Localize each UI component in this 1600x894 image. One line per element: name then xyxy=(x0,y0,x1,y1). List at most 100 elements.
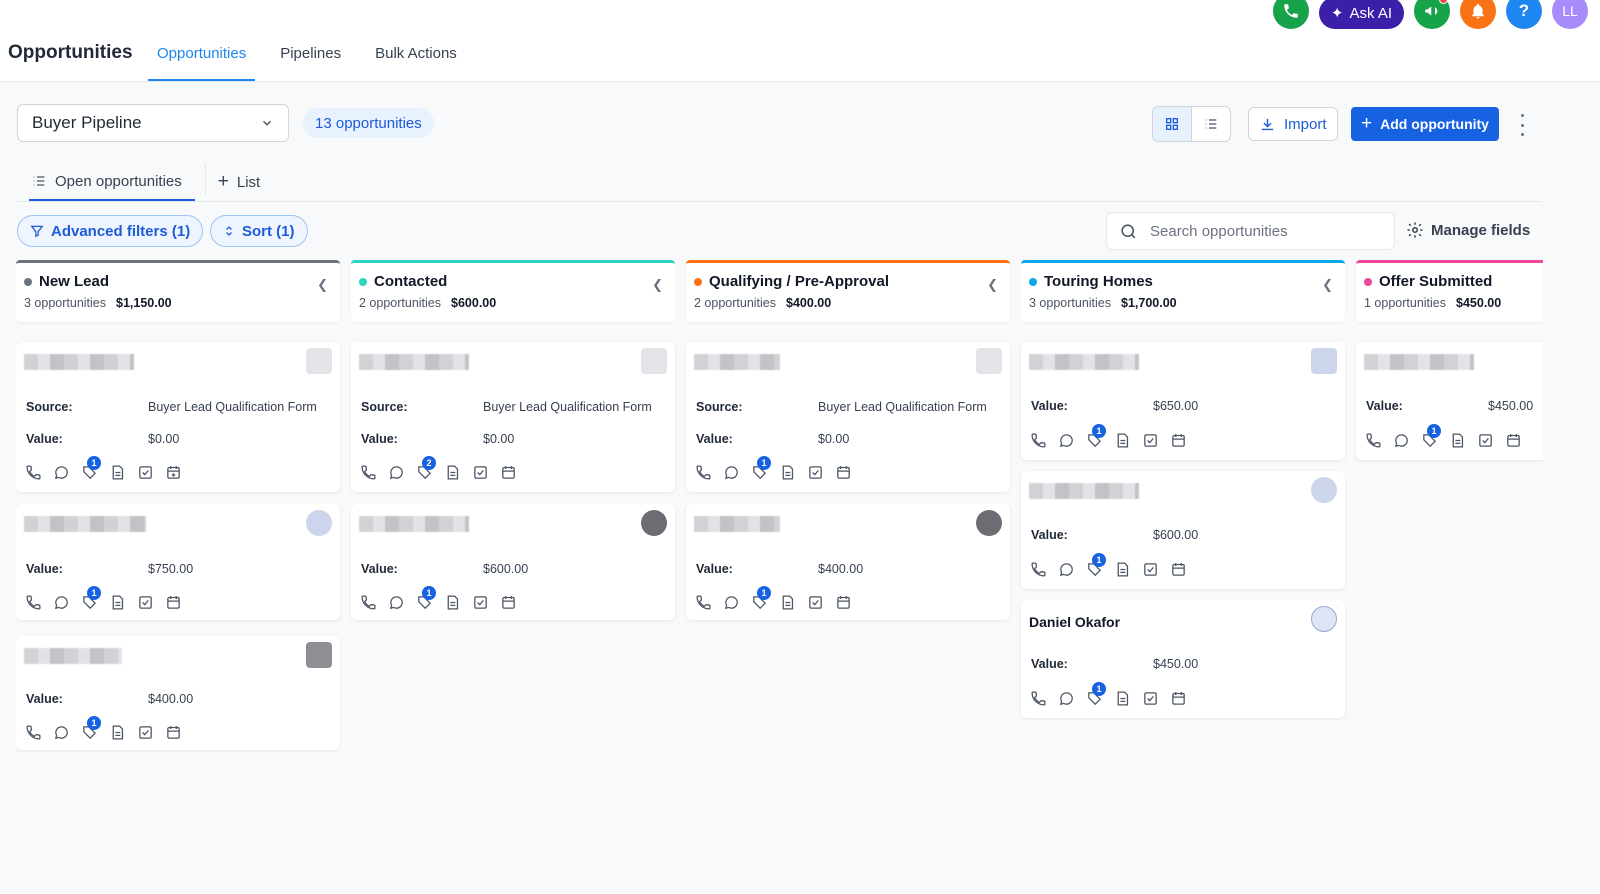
notifications-button[interactable] xyxy=(1460,0,1496,29)
message-icon[interactable] xyxy=(1058,432,1075,449)
user-avatar[interactable]: LL xyxy=(1552,0,1588,29)
phone-icon[interactable] xyxy=(695,594,712,611)
tab-pipelines[interactable]: Pipelines xyxy=(271,36,350,81)
calendar-icon[interactable] xyxy=(500,464,517,481)
opportunity-card[interactable]: Source: Buyer Lead Qualification Form Val… xyxy=(686,342,1010,492)
tag-icon[interactable]: 1 xyxy=(751,456,771,481)
opportunity-card[interactable]: Value: $600.00 1 xyxy=(351,504,675,620)
chevron-left-icon[interactable]: ❮ xyxy=(317,277,328,293)
calendar-icon[interactable] xyxy=(165,464,182,481)
message-icon[interactable] xyxy=(1058,561,1075,578)
manage-fields-button[interactable]: Manage fields xyxy=(1406,221,1530,239)
note-icon[interactable] xyxy=(109,724,126,741)
task-icon[interactable] xyxy=(472,464,489,481)
calendar-icon[interactable] xyxy=(1170,690,1187,707)
tag-icon[interactable]: 1 xyxy=(81,456,101,481)
message-icon[interactable] xyxy=(53,594,70,611)
tag-icon[interactable]: 1 xyxy=(81,586,101,611)
calendar-icon[interactable] xyxy=(1505,432,1522,449)
phone-icon[interactable] xyxy=(695,464,712,481)
phone-icon[interactable] xyxy=(360,464,377,481)
note-icon[interactable] xyxy=(1449,432,1466,449)
calendar-icon[interactable] xyxy=(835,464,852,481)
tab-open-opportunities[interactable]: Open opportunities xyxy=(29,163,195,201)
task-icon[interactable] xyxy=(1142,690,1159,707)
announcements-button[interactable] xyxy=(1414,0,1450,29)
message-icon[interactable] xyxy=(1393,432,1410,449)
opportunity-card[interactable]: Value: $400.00 1 xyxy=(686,504,1010,620)
phone-icon[interactable] xyxy=(1030,561,1047,578)
board-view-button[interactable] xyxy=(1153,107,1191,141)
message-icon[interactable] xyxy=(53,464,70,481)
help-button[interactable]: ? xyxy=(1506,0,1542,29)
task-icon[interactable] xyxy=(1142,432,1159,449)
task-icon[interactable] xyxy=(137,464,154,481)
task-icon[interactable] xyxy=(137,594,154,611)
tag-icon[interactable]: 1 xyxy=(416,586,436,611)
tag-icon[interactable]: 1 xyxy=(1421,424,1441,449)
task-icon[interactable] xyxy=(807,594,824,611)
note-icon[interactable] xyxy=(779,464,796,481)
calendar-icon[interactable] xyxy=(1170,432,1187,449)
note-icon[interactable] xyxy=(1114,561,1131,578)
opportunity-card[interactable]: Value: $400.00 1 xyxy=(16,636,340,750)
chevron-left-icon[interactable]: ❮ xyxy=(1322,277,1333,293)
phone-icon[interactable] xyxy=(1365,432,1382,449)
phone-icon[interactable] xyxy=(25,594,42,611)
note-icon[interactable] xyxy=(779,594,796,611)
message-icon[interactable] xyxy=(388,594,405,611)
opportunity-card[interactable]: Value: $450.00 1 xyxy=(1356,342,1543,460)
import-button[interactable]: Import xyxy=(1248,107,1338,141)
add-list-button[interactable]: + List xyxy=(216,163,262,201)
note-icon[interactable] xyxy=(1114,432,1131,449)
task-icon[interactable] xyxy=(1142,561,1159,578)
advanced-filters-button[interactable]: Advanced filters (1) xyxy=(17,215,204,247)
pipeline-select[interactable]: Buyer Pipeline xyxy=(17,104,289,142)
note-icon[interactable] xyxy=(1114,690,1131,707)
tag-icon[interactable]: 1 xyxy=(1086,682,1106,707)
tag-icon[interactable]: 1 xyxy=(1086,553,1106,578)
note-icon[interactable] xyxy=(444,464,461,481)
opportunity-card[interactable]: Value: $750.00 1 xyxy=(16,504,340,620)
tag-icon[interactable]: 2 xyxy=(416,456,436,481)
tab-bulk-actions[interactable]: Bulk Actions xyxy=(366,36,466,81)
note-icon[interactable] xyxy=(109,594,126,611)
message-icon[interactable] xyxy=(53,724,70,741)
message-icon[interactable] xyxy=(723,594,740,611)
phone-icon[interactable] xyxy=(1030,690,1047,707)
chevron-left-icon[interactable]: ❮ xyxy=(652,277,663,293)
tab-opportunities[interactable]: Opportunities xyxy=(148,36,256,81)
task-icon[interactable] xyxy=(807,464,824,481)
search-input[interactable] xyxy=(1150,222,1370,240)
note-icon[interactable] xyxy=(109,464,126,481)
phone-icon[interactable] xyxy=(25,464,42,481)
ask-ai-button[interactable]: ✦ Ask AI xyxy=(1318,0,1404,29)
opportunity-card[interactable]: Source: Buyer Lead Qualification Form Val… xyxy=(351,342,675,492)
task-icon[interactable] xyxy=(1477,432,1494,449)
add-opportunity-button[interactable]: + Add opportunity xyxy=(1351,107,1499,141)
task-icon[interactable] xyxy=(137,724,154,741)
chevron-left-icon[interactable]: ❮ xyxy=(987,277,998,293)
tag-icon[interactable]: 1 xyxy=(81,716,101,741)
more-options-icon[interactable] xyxy=(1514,114,1530,136)
opportunity-card[interactable]: Value: $650.00 1 xyxy=(1021,342,1345,460)
sort-button[interactable]: Sort (1) xyxy=(210,215,308,247)
opportunity-card[interactable]: Value: $600.00 1 xyxy=(1021,471,1345,589)
calendar-icon[interactable] xyxy=(1170,561,1187,578)
phone-button[interactable] xyxy=(1272,0,1309,29)
task-icon[interactable] xyxy=(472,594,489,611)
message-icon[interactable] xyxy=(723,464,740,481)
list-view-button[interactable] xyxy=(1191,107,1230,141)
opportunity-card[interactable]: Daniel Okafor Value: $450.00 1 xyxy=(1021,600,1345,718)
phone-icon[interactable] xyxy=(1030,432,1047,449)
tag-icon[interactable]: 1 xyxy=(751,586,771,611)
phone-icon[interactable] xyxy=(360,594,377,611)
calendar-icon[interactable] xyxy=(835,594,852,611)
phone-icon[interactable] xyxy=(25,724,42,741)
tag-icon[interactable]: 1 xyxy=(1086,424,1106,449)
note-icon[interactable] xyxy=(444,594,461,611)
message-icon[interactable] xyxy=(388,464,405,481)
message-icon[interactable] xyxy=(1058,690,1075,707)
opportunity-card[interactable]: Source: Buyer Lead Qualification Form Val… xyxy=(16,342,340,492)
calendar-icon[interactable] xyxy=(165,724,182,741)
